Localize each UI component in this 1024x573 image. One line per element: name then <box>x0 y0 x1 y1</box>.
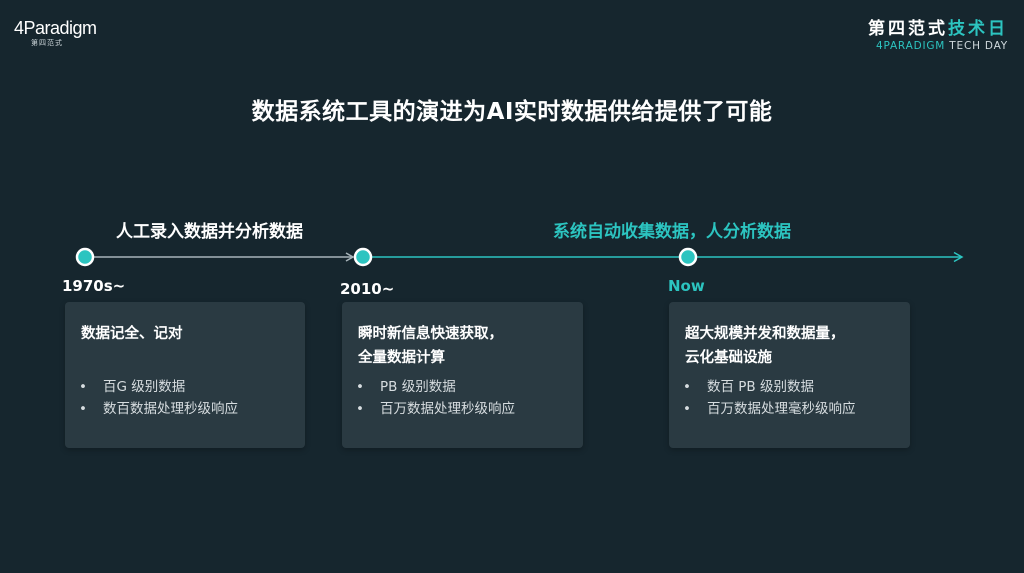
era-label-1970s: 1970s~ <box>62 277 126 295</box>
card-title: 数据记全、记对 <box>81 322 183 346</box>
bullet-text: 百万数据处理毫秒级响应 <box>707 401 856 417</box>
bullet-text: 百G 级别数据 <box>103 379 186 395</box>
bullet-icon: • <box>79 401 87 417</box>
slide-title: 数据系统工具的演进为AI实时数据供给提供了可能 <box>251 99 773 125</box>
timeline-end-arrow <box>953 251 964 263</box>
list-item: • 百万数据处理毫秒级响应 <box>683 398 856 420</box>
bullet-icon: • <box>683 379 691 395</box>
era-label-now: Now <box>668 277 705 295</box>
logo-wordmark: 4Paradigm <box>14 18 97 38</box>
card-bullet-list: • 百G 级别数据 • 数百数据处理秒级响应 <box>79 376 238 420</box>
bullet-text: 数百 PB 级别数据 <box>707 379 814 395</box>
list-item: • 数百数据处理秒级响应 <box>79 398 238 420</box>
event-title-plain: 第四范式 <box>868 19 948 39</box>
card-title-line: 数据记全、记对 <box>81 326 183 342</box>
list-item: • 百万数据处理秒级响应 <box>356 398 515 420</box>
card-title-line: 全量数据计算 <box>358 350 445 366</box>
bullet-text: 百万数据处理秒级响应 <box>380 401 515 417</box>
list-item: • PB 级别数据 <box>356 376 515 398</box>
card-title: 超大规模并发和数据量， 云化基础设施 <box>685 322 845 370</box>
event-subtitle: 4PARADIGM TECH DAY <box>868 40 1008 52</box>
card-title-line: 云化基础设施 <box>685 350 772 366</box>
event-title-accent: 技术日 <box>948 19 1008 39</box>
list-item: • 百G 级别数据 <box>79 376 238 398</box>
phase-label-manual: 人工录入数据并分析数据 <box>116 222 303 242</box>
bullet-icon: • <box>683 401 691 417</box>
event-badge: 第四范式技术日 4PARADIGM TECH DAY <box>868 14 1008 52</box>
card-title-line: 超大规模并发和数据量， <box>685 326 845 342</box>
timeline-segment-arrow-head <box>345 252 355 262</box>
card-2010: 瞬时新信息快速获取， 全量数据计算 • PB 级别数据 • 百万数据处理秒级响应 <box>342 302 583 448</box>
card-now: 超大规模并发和数据量， 云化基础设施 • 数百 PB 级别数据 • 百万数据处理毫秒… <box>669 302 910 448</box>
card-1970s: 数据记全、记对 • 百G 级别数据 • 数百数据处理秒级响应 <box>65 302 305 448</box>
timeline-node-now <box>678 247 698 267</box>
timeline-node-2010 <box>353 247 373 267</box>
card-bullet-list: • PB 级别数据 • 百万数据处理秒级响应 <box>356 376 515 420</box>
card-title: 瞬时新信息快速获取， 全量数据计算 <box>358 322 503 370</box>
bullet-text: PB 级别数据 <box>380 379 456 395</box>
event-subtitle-accent: 4PARADIGM <box>876 40 946 52</box>
brand-logo: 4Paradigm 第四范式 <box>14 18 104 48</box>
bullet-icon: • <box>356 401 364 417</box>
timeline-node-1970s <box>75 247 95 267</box>
list-item: • 数百 PB 级别数据 <box>683 376 856 398</box>
event-title: 第四范式技术日 <box>868 14 1008 39</box>
bullet-icon: • <box>356 379 364 395</box>
event-subtitle-plain: TECH DAY <box>945 40 1008 52</box>
bullet-icon: • <box>79 379 87 395</box>
logo-subtext: 第四范式 <box>31 39 63 47</box>
card-title-line: 瞬时新信息快速获取， <box>358 326 503 342</box>
era-label-2010: 2010~ <box>340 280 395 298</box>
phase-label-automatic: 系统自动收集数据，人分析数据 <box>553 222 791 242</box>
bullet-text: 数百数据处理秒级响应 <box>103 401 238 417</box>
timeline <box>75 247 964 267</box>
card-bullet-list: • 数百 PB 级别数据 • 百万数据处理毫秒级响应 <box>683 376 856 420</box>
